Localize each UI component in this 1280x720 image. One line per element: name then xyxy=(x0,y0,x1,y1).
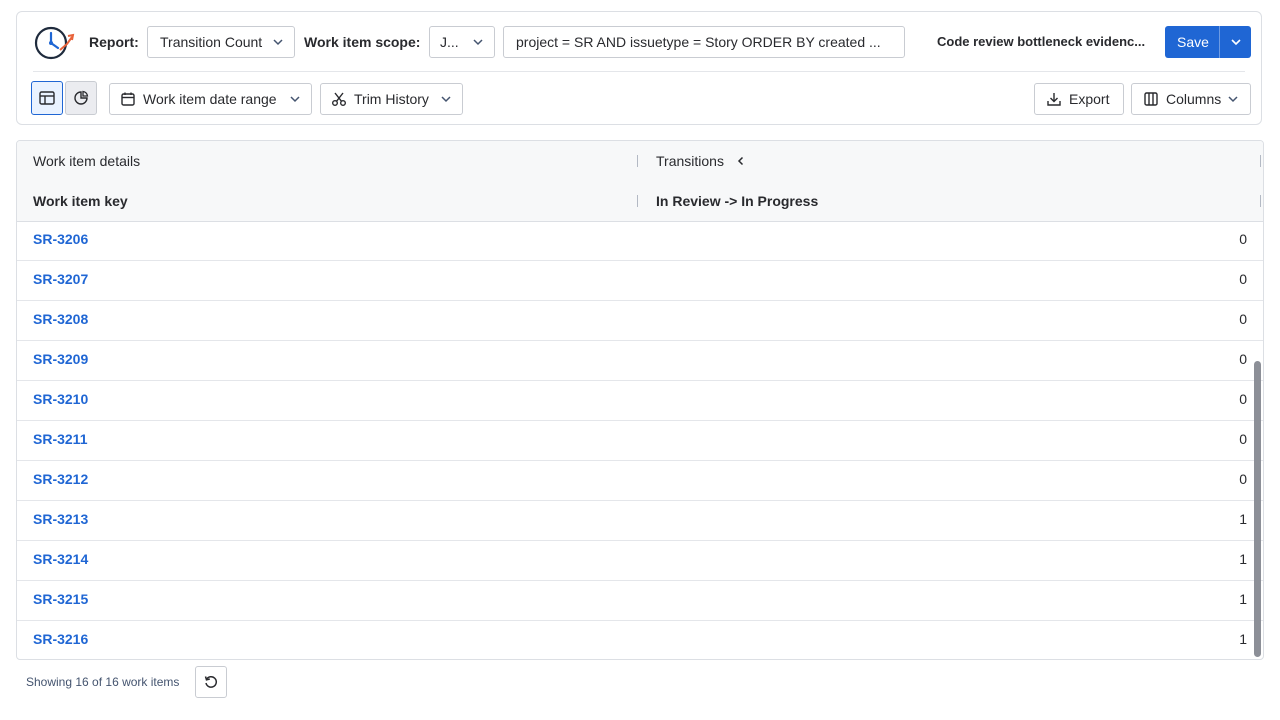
work-item-key-link[interactable]: SR-3212 xyxy=(33,461,88,501)
refresh-icon xyxy=(204,676,217,688)
table-group-header-row: Work item details Transitions xyxy=(17,141,1263,182)
columns-icon xyxy=(1144,92,1158,106)
toolbar-divider xyxy=(33,71,1245,72)
transition-count-cell: 0 xyxy=(1239,471,1247,487)
report-type-value: Transition Count xyxy=(160,34,263,50)
table-row: SR-3213 1 xyxy=(17,501,1263,541)
work-item-key-link[interactable]: SR-3213 xyxy=(33,501,88,541)
report-toolbar-panel: Report: Transition Count Work item scope… xyxy=(16,11,1262,125)
columns-button[interactable]: Columns xyxy=(1131,83,1251,115)
work-item-key-link[interactable]: SR-3209 xyxy=(33,341,88,381)
table-row: SR-3209 0 xyxy=(17,341,1263,381)
jql-query-input[interactable]: project = SR AND issuetype = Story ORDER… xyxy=(503,26,905,58)
scope-value: J... xyxy=(440,34,459,50)
transition-count-cell: 0 xyxy=(1239,311,1247,327)
transition-count-cell: 0 xyxy=(1239,271,1247,287)
group-header-transitions-label: Transitions xyxy=(656,153,724,169)
report-type-select[interactable]: Transition Count xyxy=(147,26,295,58)
column-resize-handle[interactable] xyxy=(637,155,638,167)
chart-view-toggle[interactable] xyxy=(65,81,97,115)
transition-count-cell: 0 xyxy=(1239,391,1247,407)
table-row: SR-3208 0 xyxy=(17,301,1263,341)
column-header-work-item-key[interactable]: Work item key xyxy=(33,181,128,221)
transition-count-cell: 1 xyxy=(1239,551,1247,567)
saved-report-name[interactable]: Code review bottleneck evidenc... xyxy=(937,34,1145,49)
group-header-work-item-details: Work item details xyxy=(33,153,141,169)
table-view-icon xyxy=(39,91,55,105)
refresh-button[interactable] xyxy=(195,666,227,698)
work-item-scope-label: Work item scope: xyxy=(304,34,421,50)
table-row: SR-3206 0 xyxy=(17,221,1263,261)
save-button[interactable]: Save xyxy=(1165,26,1251,58)
transition-count-cell: 1 xyxy=(1239,511,1247,527)
export-label: Export xyxy=(1069,91,1110,107)
table-row: SR-3214 1 xyxy=(17,541,1263,581)
transition-count-cell: 0 xyxy=(1239,351,1247,367)
save-options-chevron-icon[interactable] xyxy=(1220,36,1251,48)
scope-select[interactable]: J... xyxy=(429,26,495,58)
work-item-key-link[interactable]: SR-3210 xyxy=(33,381,88,421)
export-button[interactable]: Export xyxy=(1034,83,1124,115)
table-row: SR-3210 0 xyxy=(17,381,1263,421)
work-item-key-link[interactable]: SR-3216 xyxy=(33,621,88,659)
table-row: SR-3212 0 xyxy=(17,461,1263,501)
column-resize-handle[interactable] xyxy=(1260,155,1261,167)
chevron-down-icon xyxy=(440,93,452,105)
work-item-key-link[interactable]: SR-3206 xyxy=(33,221,88,261)
table-row: SR-3215 1 xyxy=(17,581,1263,621)
calendar-icon xyxy=(121,92,135,106)
table-column-header-row: Work item key In Review -> In Progress xyxy=(17,181,1263,222)
scrollbar-thumb[interactable] xyxy=(1254,361,1261,657)
date-range-label: Work item date range xyxy=(143,91,277,107)
results-count-status: Showing 16 of 16 work items xyxy=(26,675,180,689)
work-item-key-link[interactable]: SR-3211 xyxy=(33,421,87,461)
table-body: SR-3206 0 SR-3207 0 SR-3208 0 SR-3209 0 SR-3210 0… xyxy=(17,221,1263,659)
trim-history-label: Trim History xyxy=(354,91,429,107)
chevron-down-icon xyxy=(272,36,284,48)
chevron-down-icon xyxy=(289,93,301,105)
scissors-icon xyxy=(332,92,346,106)
column-resize-handle[interactable] xyxy=(637,195,638,207)
chevron-down-icon xyxy=(472,36,484,48)
vertical-scrollbar[interactable] xyxy=(1253,221,1263,659)
table-row: SR-3211 0 xyxy=(17,421,1263,461)
trim-history-button[interactable]: Trim History xyxy=(320,83,463,115)
work-item-key-link[interactable]: SR-3214 xyxy=(33,541,88,581)
transition-count-cell: 0 xyxy=(1239,431,1247,447)
transition-count-cell: 1 xyxy=(1239,591,1247,607)
transition-count-table: Work item details Transitions Work item … xyxy=(16,140,1264,660)
chevron-down-icon xyxy=(1227,93,1239,105)
app-logo-clock-icon xyxy=(34,26,75,60)
group-header-transitions: Transitions xyxy=(656,141,746,181)
table-row: SR-3216 1 xyxy=(17,621,1263,659)
jql-query-value: project = SR AND issuetype = Story ORDER… xyxy=(516,34,881,50)
date-range-button[interactable]: Work item date range xyxy=(109,83,312,115)
save-button-label: Save xyxy=(1177,34,1209,50)
table-view-toggle[interactable] xyxy=(31,81,63,115)
column-resize-handle[interactable] xyxy=(1260,195,1261,207)
work-item-key-link[interactable]: SR-3208 xyxy=(33,301,88,341)
table-row: SR-3207 0 xyxy=(17,261,1263,301)
work-item-key-link[interactable]: SR-3215 xyxy=(33,581,88,621)
work-item-key-link[interactable]: SR-3207 xyxy=(33,261,88,301)
download-icon xyxy=(1047,93,1061,106)
report-label: Report: xyxy=(89,34,139,50)
column-header-transition[interactable]: In Review -> In Progress xyxy=(656,181,818,221)
transition-count-cell: 0 xyxy=(1239,231,1247,247)
transition-count-cell: 1 xyxy=(1239,631,1247,647)
columns-label: Columns xyxy=(1166,91,1222,107)
collapse-chevron-left-icon[interactable] xyxy=(736,156,746,166)
pie-chart-icon xyxy=(74,90,89,105)
